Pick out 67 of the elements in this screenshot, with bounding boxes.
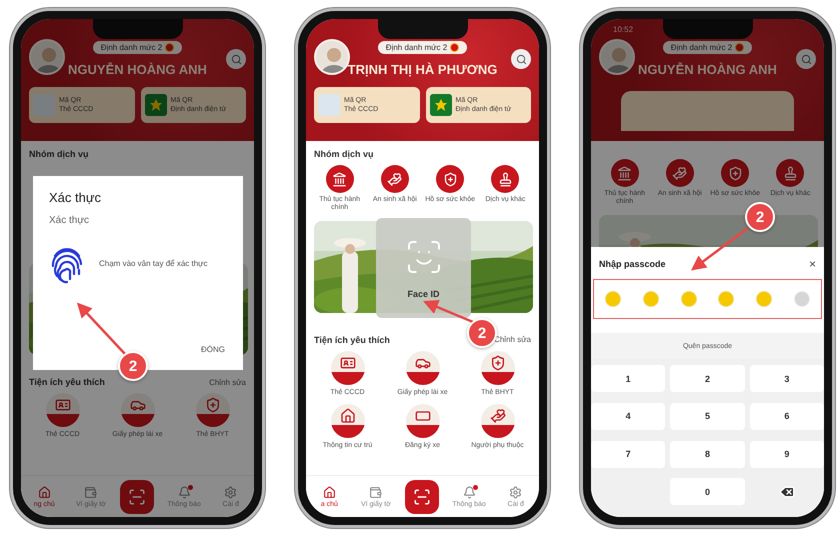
stamp-icon bbox=[491, 165, 520, 193]
scan-button[interactable] bbox=[405, 480, 440, 514]
settings-icon bbox=[224, 486, 238, 498]
car-icon bbox=[120, 393, 154, 427]
key-button[interactable]: 4 bbox=[591, 402, 666, 430]
user-name: NGUYỄN HOÀNG ANH bbox=[68, 62, 207, 77]
emblem-icon bbox=[144, 94, 166, 116]
bank-icon bbox=[610, 159, 639, 187]
key-button[interactable]: 8 bbox=[670, 440, 745, 468]
key-button[interactable]: 3 bbox=[750, 365, 824, 392]
bank-icon bbox=[326, 165, 354, 193]
wallet-icon bbox=[84, 486, 98, 498]
key-button[interactable]: 2 bbox=[670, 365, 745, 392]
emblem-icon bbox=[430, 94, 452, 116]
level-badge: Định danh mức 2 bbox=[92, 41, 182, 54]
plate-icon bbox=[406, 404, 440, 438]
search-button[interactable] bbox=[226, 49, 246, 69]
settings-icon bbox=[509, 486, 522, 498]
dialog-subtitle: Xác thực bbox=[49, 215, 90, 226]
house-icon bbox=[330, 404, 364, 438]
close-button[interactable]: × bbox=[808, 257, 816, 271]
section-title: Tiện ích yêu thích bbox=[314, 334, 390, 345]
id-card-icon bbox=[318, 94, 340, 116]
key-button[interactable]: 6 bbox=[750, 402, 824, 430]
stamp-icon bbox=[776, 159, 804, 187]
key-button[interactable]: 7 bbox=[591, 440, 666, 468]
annotation-arrow bbox=[423, 300, 474, 324]
face-id-label: Face ID bbox=[407, 289, 440, 299]
search-icon bbox=[516, 54, 526, 64]
close-button[interactable]: ĐÓNG bbox=[199, 343, 227, 356]
search-icon bbox=[230, 54, 242, 64]
id-card-icon bbox=[330, 350, 364, 385]
section-title: Tiện ích yêu thích bbox=[29, 377, 105, 387]
search-button[interactable] bbox=[511, 49, 531, 69]
key-button[interactable]: 9 bbox=[750, 440, 824, 468]
dialog-message: Chạm vào vân tay để xác thực bbox=[99, 258, 208, 270]
status-time: 10:52 bbox=[613, 25, 634, 34]
search-button[interactable] bbox=[796, 49, 816, 69]
home-icon bbox=[38, 486, 51, 498]
level-badge: Định danh mức 2 bbox=[378, 41, 468, 54]
avatar[interactable] bbox=[599, 39, 635, 75]
home-icon bbox=[322, 486, 336, 498]
annotation-arrow bbox=[690, 227, 749, 270]
level-badge: Định danh mức 2 bbox=[662, 41, 752, 54]
bell-icon bbox=[462, 486, 476, 498]
wallet-icon bbox=[369, 486, 382, 498]
user-name: TRỊNH THỊ HÀ PHƯƠNG bbox=[348, 62, 498, 77]
section-title: Nhóm dịch vụ bbox=[28, 148, 90, 161]
car-icon bbox=[406, 350, 440, 385]
key-button[interactable]: 0 bbox=[670, 478, 745, 506]
id-card-icon bbox=[33, 94, 55, 116]
dialog-title: Xác thực bbox=[49, 190, 102, 205]
key-button[interactable]: 5 bbox=[670, 402, 745, 430]
bell-icon bbox=[178, 486, 191, 498]
sheet-title: Nhập passcode bbox=[599, 259, 666, 269]
search-icon bbox=[800, 54, 812, 64]
backspace-icon bbox=[778, 484, 795, 500]
scan-icon bbox=[128, 488, 146, 506]
annotation-arrow bbox=[76, 302, 126, 355]
user-name: NGUYỄN HOÀNG ANH bbox=[638, 62, 777, 77]
scan-button[interactable] bbox=[120, 480, 154, 514]
section-title: Nhóm dịch vụ bbox=[313, 148, 375, 161]
key-button[interactable]: 1 bbox=[591, 365, 666, 392]
id-card-icon bbox=[46, 393, 80, 427]
edit-link[interactable]: Chỉnh sửa bbox=[209, 378, 246, 386]
avatar[interactable] bbox=[29, 39, 65, 75]
scan-icon bbox=[413, 488, 432, 506]
